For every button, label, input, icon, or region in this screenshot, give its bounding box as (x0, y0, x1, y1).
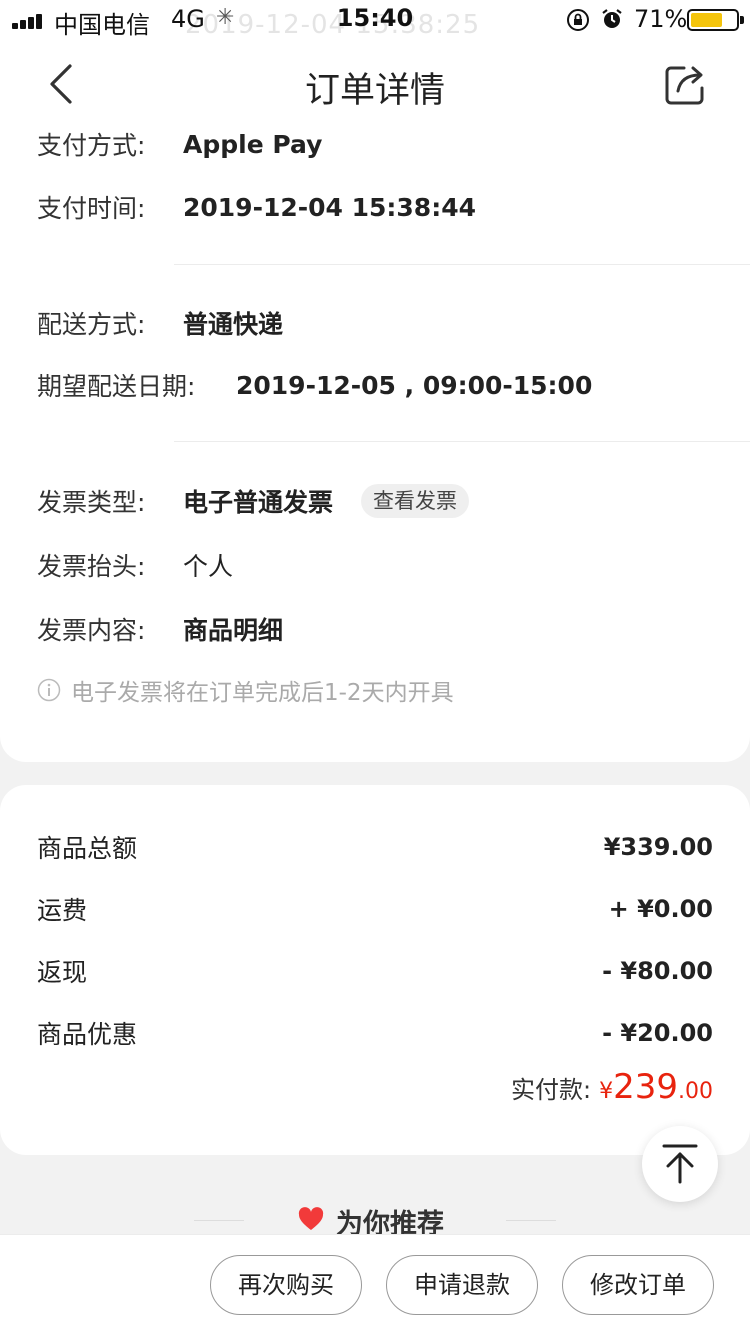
delivery-date-row: 期望配送日期: 2019-12-05 , 09:00-15:00 (37, 365, 592, 405)
alarm-icon (602, 9, 622, 28)
invoice-content-row: 发票内容: 商品明细 (37, 609, 283, 649)
info-icon (37, 678, 61, 702)
cashback-row: 返现 - ¥80.00 (37, 951, 713, 991)
back-to-top-button[interactable] (642, 1126, 718, 1202)
cashback-value: - ¥80.00 (602, 957, 713, 985)
subtotal-label: 商品总额 (37, 834, 138, 863)
invoice-title-row: 发票抬头: 个人 (37, 545, 233, 585)
discount-row: 商品优惠 - ¥20.00 (37, 1013, 713, 1053)
total-integer: 239 (613, 1067, 678, 1107)
navigation-bar: 订单详情 (0, 40, 750, 128)
total-decimal: .00 (678, 1079, 713, 1104)
cashback-label: 返现 (37, 958, 88, 987)
page-title: 订单详情 (304, 71, 445, 111)
battery-icon (687, 9, 744, 31)
payment-time-value: 2019-12-04 15:38:44 (183, 192, 476, 222)
recommend-header: 为你推荐 (0, 1180, 750, 1240)
invoice-title-label: 发票抬头: (37, 552, 146, 581)
payment-time-label: 支付时间: (37, 194, 146, 223)
delivery-date-value: 2019-12-05 , 09:00-15:00 (236, 370, 593, 400)
share-icon (665, 66, 704, 105)
subtotal-row: 商品总额 ¥339.00 (37, 827, 713, 867)
view-invoice-button[interactable]: 查看发票 (361, 484, 470, 518)
payment-time-row: 支付时间: 2019-12-04 15:38:44 (37, 187, 476, 227)
invoice-type-value: 电子普通发票 (183, 488, 334, 517)
invoice-content-label: 发票内容: (37, 616, 146, 645)
delivery-method-value: 普通快递 (183, 310, 284, 339)
heart-icon (298, 1207, 324, 1230)
buy-again-button[interactable]: 再次购买 (210, 1255, 362, 1315)
payment-method-value: Apple Pay (183, 129, 323, 159)
discount-value: - ¥20.00 (602, 1019, 713, 1047)
discount-label: 商品优惠 (37, 1020, 138, 1049)
orientation-lock-icon (567, 9, 589, 31)
invoice-type-row: 发票类型: 电子普通发票 查看发票 (37, 481, 470, 521)
battery-percent: 71% (634, 5, 688, 33)
delivery-date-label: 期望配送日期: (37, 372, 196, 401)
invoice-notice-text: 电子发票将在订单完成后1-2天内开具 (71, 680, 454, 706)
invoice-notice: 电子发票将在订单完成后1-2天内开具 (37, 673, 454, 707)
request-refund-button[interactable]: 申请退款 (386, 1255, 538, 1315)
delivery-method-row: 配送方式: 普通快递 (37, 303, 283, 343)
modify-order-button[interactable]: 修改订单 (562, 1255, 714, 1315)
payment-method-label: 支付方式: (37, 131, 146, 160)
total-currency: ¥ (599, 1079, 614, 1104)
amount-card: 商品总额 ¥339.00 运费 + ¥0.00 返现 - ¥80.00 商品优惠… (0, 785, 750, 1155)
battery-fill (691, 13, 722, 27)
divider (506, 1220, 556, 1221)
shipping-label: 运费 (37, 896, 88, 925)
divider (174, 264, 750, 265)
order-info-card: 支付方式: Apple Pay 支付时间: 2019-12-04 15:38:4… (0, 40, 750, 762)
bottom-action-bar: 再次购买 申请退款 修改订单 (0, 1234, 750, 1334)
invoice-title-value: 个人 (183, 552, 234, 581)
invoice-content-value: 商品明细 (183, 616, 284, 645)
shipping-value: + ¥0.00 (608, 895, 713, 923)
divider (174, 441, 750, 442)
shipping-row: 运费 + ¥0.00 (37, 889, 713, 929)
status-bar: 2019-12-04 15:38:25 中国电信 4G ✳ 15:40 71% (0, 0, 750, 40)
delivery-method-label: 配送方式: (37, 310, 146, 339)
divider (194, 1220, 244, 1221)
subtotal-value: ¥339.00 (603, 833, 713, 861)
share-button[interactable] (662, 60, 710, 108)
invoice-type-label: 发票类型: (37, 488, 146, 517)
total-paid-row: 实付款: ¥ 239 .00 (511, 1067, 713, 1107)
total-paid-label: 实付款: (511, 1076, 592, 1104)
arrow-up-to-top-icon (662, 1144, 698, 1184)
payment-method-row: 支付方式: Apple Pay (37, 124, 322, 164)
